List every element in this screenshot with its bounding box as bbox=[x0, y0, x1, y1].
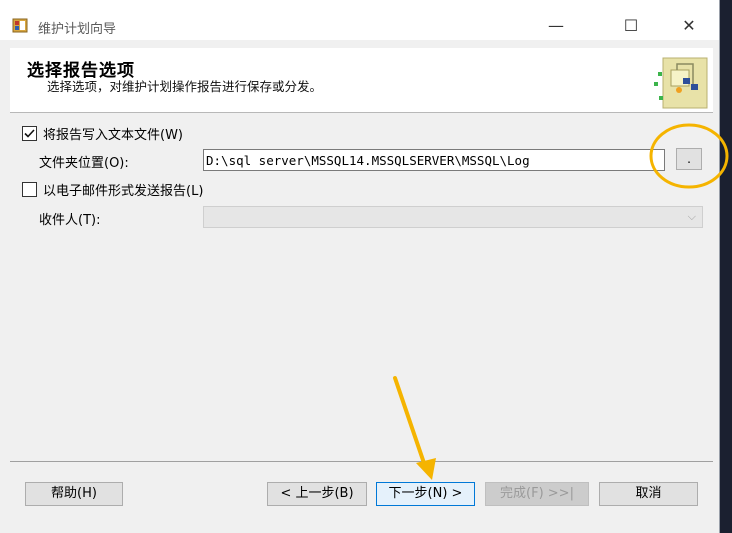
maximize-button[interactable]: ☐ bbox=[608, 10, 654, 42]
page-header: 选择报告选项 选择选项，对维护计划操作报告进行保存或分发。 bbox=[10, 48, 713, 113]
email-report-checkbox[interactable] bbox=[22, 182, 37, 197]
email-report-label: 以电子邮件形式发送报告(L) bbox=[43, 184, 204, 199]
minimize-button[interactable]: — bbox=[533, 10, 579, 42]
title-bar: 维护计划向导 — ☐ ✕ bbox=[0, 0, 719, 40]
maintenance-plan-wizard-window: 维护计划向导 — ☐ ✕ 选择报告选项 选择选项，对维护计划操作报告进行保存或分… bbox=[0, 0, 720, 533]
finish-button[interactable]: 完成(F) >>| bbox=[485, 482, 589, 506]
folder-location-input[interactable]: D:\sql server\MSSQL14.MSSQLSERVER\MSSQL\… bbox=[203, 149, 665, 171]
help-button[interactable]: 帮助(H) bbox=[25, 482, 123, 506]
checkmark-icon bbox=[24, 129, 35, 138]
write-to-file-label: 将报告写入文本文件(W) bbox=[43, 128, 183, 143]
folder-location-label: 文件夹位置(O): bbox=[39, 156, 129, 171]
wizard-app-icon bbox=[12, 18, 28, 33]
back-button[interactable]: < 上一步(B) bbox=[267, 482, 367, 506]
recipient-dropdown[interactable]: ⌵ bbox=[203, 206, 703, 228]
write-to-file-checkbox[interactable] bbox=[22, 126, 37, 141]
close-button[interactable]: ✕ bbox=[666, 10, 712, 42]
page-subtitle: 选择选项，对维护计划操作报告进行保存或分发。 bbox=[47, 79, 323, 94]
window-title: 维护计划向导 bbox=[38, 22, 117, 37]
chevron-down-icon: ⌵ bbox=[687, 210, 696, 223]
next-button[interactable]: 下一步(N) > bbox=[376, 482, 475, 506]
browse-folder-button[interactable]: . bbox=[676, 148, 702, 170]
recipient-label: 收件人(T): bbox=[39, 213, 101, 228]
wizard-report-icon bbox=[654, 57, 708, 109]
cancel-button[interactable]: 取消 bbox=[599, 482, 698, 506]
footer-divider bbox=[10, 461, 713, 462]
